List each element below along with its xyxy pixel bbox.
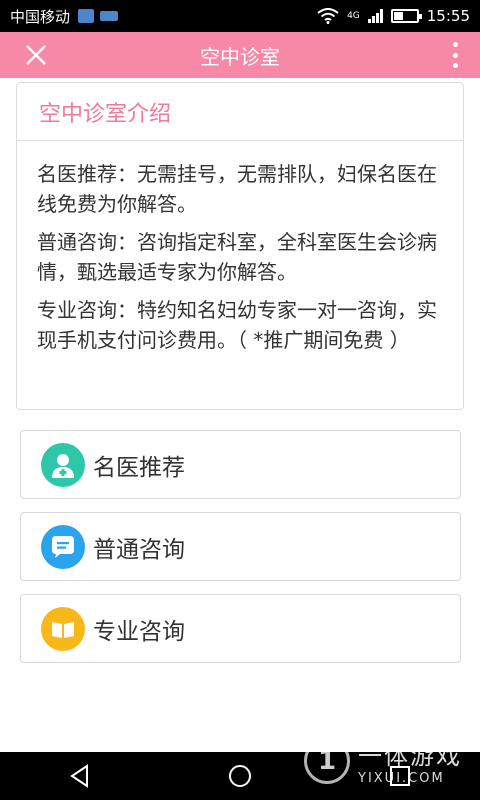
carrier-label: 中国移动 [10,7,71,26]
status-bar: 中国移动 4G 15:55 [0,0,480,32]
network-type: 4G [347,11,360,21]
back-icon[interactable] [67,763,93,789]
close-icon[interactable] [22,41,50,69]
home-icon[interactable] [227,763,253,789]
watermark: 1 一体游戏 YIXUI.COM [304,736,462,786]
general-consult-button[interactable]: 普通咨询 [20,512,461,581]
watermark-logo-icon: 1 [304,738,350,784]
watermark-url: YIXUI.COM [358,771,445,786]
menu-label: 名医推荐 [93,454,185,481]
clock: 15:55 [426,7,470,25]
watermark-text: 一体游戏 [358,742,462,770]
doctor-icon [41,442,85,487]
notification-icon [78,9,95,23]
expert-consult-button[interactable]: 专业咨询 [20,594,461,663]
intro-card: 空中诊室介绍 名医推荐：无需挂号，无需排队，妇保名医在线免费为你解答。 普通咨询… [16,82,464,410]
intro-paragraph: 普通咨询：咨询指定科室，全科室医生会诊病情，甄选最适专家为你解答。 [37,230,437,284]
intro-title: 空中诊室介绍 [17,83,463,141]
intro-paragraph: 专业咨询：特约知名妇幼专家一对一咨询，实现手机支付问诊费用。（ *推广期间免费 … [37,298,437,352]
signal-icon [367,9,383,23]
notification-icon [100,11,119,21]
more-vertical-icon[interactable] [450,42,460,68]
page-title: 空中诊室 [200,44,280,69]
book-icon [41,606,85,651]
intro-paragraph: 名医推荐：无需挂号，无需排队，妇保名医在线免费为你解答。 [37,162,437,216]
wifi-icon [317,8,339,24]
title-bar: 空中诊室 [0,32,480,78]
intro-body: 名医推荐：无需挂号，无需排队，妇保名医在线免费为你解答。 普通咨询：咨询指定科室… [17,141,463,355]
battery-icon [390,9,422,23]
menu-label: 专业咨询 [93,618,185,645]
famous-doctor-button[interactable]: 名医推荐 [20,430,461,499]
chat-icon [41,524,85,569]
menu-label: 普通咨询 [93,536,185,563]
